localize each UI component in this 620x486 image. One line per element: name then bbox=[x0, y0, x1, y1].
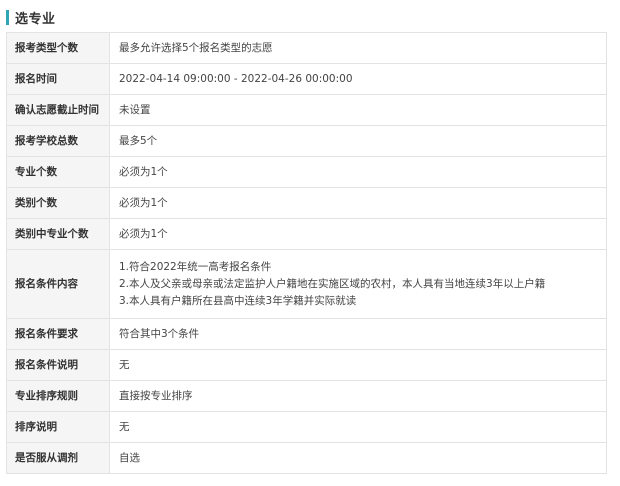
row-value-school-total: 最多5个 bbox=[109, 125, 607, 157]
row-label-major-count: 专业个数 bbox=[6, 156, 110, 188]
table-row: 报名时间 2022-04-14 09:00:00 - 2022-04-26 00… bbox=[6, 63, 607, 95]
section-accent-bar bbox=[6, 9, 9, 25]
row-label-confirm-deadline: 确认志愿截止时间 bbox=[6, 94, 110, 126]
row-value-sort-note: 无 bbox=[109, 411, 607, 443]
row-label-category-count: 类别个数 bbox=[6, 187, 110, 219]
section-title: 选专业 bbox=[15, 11, 56, 27]
row-value-accept-adjustment: 自选 bbox=[109, 442, 607, 474]
table-row: 类别中专业个数 必须为1个 bbox=[6, 218, 607, 250]
table-row: 报名条件说明 无 bbox=[6, 349, 607, 381]
row-label-condition-requirement: 报名条件要求 bbox=[6, 318, 110, 350]
condition-line-3: 3.本人具有户籍所在县高中连续3年学籍并实际就读 bbox=[119, 294, 357, 307]
row-label-condition-note: 报名条件说明 bbox=[6, 349, 110, 381]
row-value-category-count: 必须为1个 bbox=[109, 187, 607, 219]
row-value-major-per-category: 必须为1个 bbox=[109, 218, 607, 250]
table-row: 确认志愿截止时间 未设置 bbox=[6, 94, 607, 126]
row-label-sort-note: 排序说明 bbox=[6, 411, 110, 443]
row-label-apply-conditions: 报名条件内容 bbox=[6, 249, 110, 319]
row-label-sort-rule: 专业排序规则 bbox=[6, 380, 110, 412]
row-label-accept-adjustment: 是否服从调剂 bbox=[6, 442, 110, 474]
table-row: 类别个数 必须为1个 bbox=[6, 187, 607, 219]
table-row: 报名条件内容 1.符合2022年统一高考报名条件 2.本人及父亲或母亲或法定监护… bbox=[6, 249, 607, 319]
table-row: 专业排序规则 直接按专业排序 bbox=[6, 380, 607, 412]
row-value-apply-time: 2022-04-14 09:00:00 - 2022-04-26 00:00:0… bbox=[109, 63, 607, 95]
table-row: 报考学校总数 最多5个 bbox=[6, 125, 607, 157]
section-header: 选专业 bbox=[6, 9, 56, 27]
table-row: 专业个数 必须为1个 bbox=[6, 156, 607, 188]
row-label-major-per-category: 类别中专业个数 bbox=[6, 218, 110, 250]
row-value-apply-conditions: 1.符合2022年统一高考报名条件 2.本人及父亲或母亲或法定监护人户籍地在实施… bbox=[109, 249, 607, 319]
row-value-condition-note: 无 bbox=[109, 349, 607, 381]
info-table: 报考类型个数 最多允许选择5个报名类型的志愿 报名时间 2022-04-14 0… bbox=[6, 32, 607, 474]
row-value-sort-rule: 直接按专业排序 bbox=[109, 380, 607, 412]
row-value-apply-type-count: 最多允许选择5个报名类型的志愿 bbox=[109, 32, 607, 64]
row-value-condition-requirement: 符合其中3个条件 bbox=[109, 318, 607, 350]
table-row: 是否服从调剂 自选 bbox=[6, 442, 607, 474]
condition-line-2: 2.本人及父亲或母亲或法定监护人户籍地在实施区域的农村，本人具有当地连续3年以上… bbox=[119, 277, 546, 290]
row-value-confirm-deadline: 未设置 bbox=[109, 94, 607, 126]
row-value-major-count: 必须为1个 bbox=[109, 156, 607, 188]
row-label-apply-time: 报名时间 bbox=[6, 63, 110, 95]
table-row: 报名条件要求 符合其中3个条件 bbox=[6, 318, 607, 350]
row-label-school-total: 报考学校总数 bbox=[6, 125, 110, 157]
condition-line-1: 1.符合2022年统一高考报名条件 bbox=[119, 260, 272, 273]
row-label-apply-type-count: 报考类型个数 bbox=[6, 32, 110, 64]
table-row: 报考类型个数 最多允许选择5个报名类型的志愿 bbox=[6, 32, 607, 64]
table-row: 排序说明 无 bbox=[6, 411, 607, 443]
